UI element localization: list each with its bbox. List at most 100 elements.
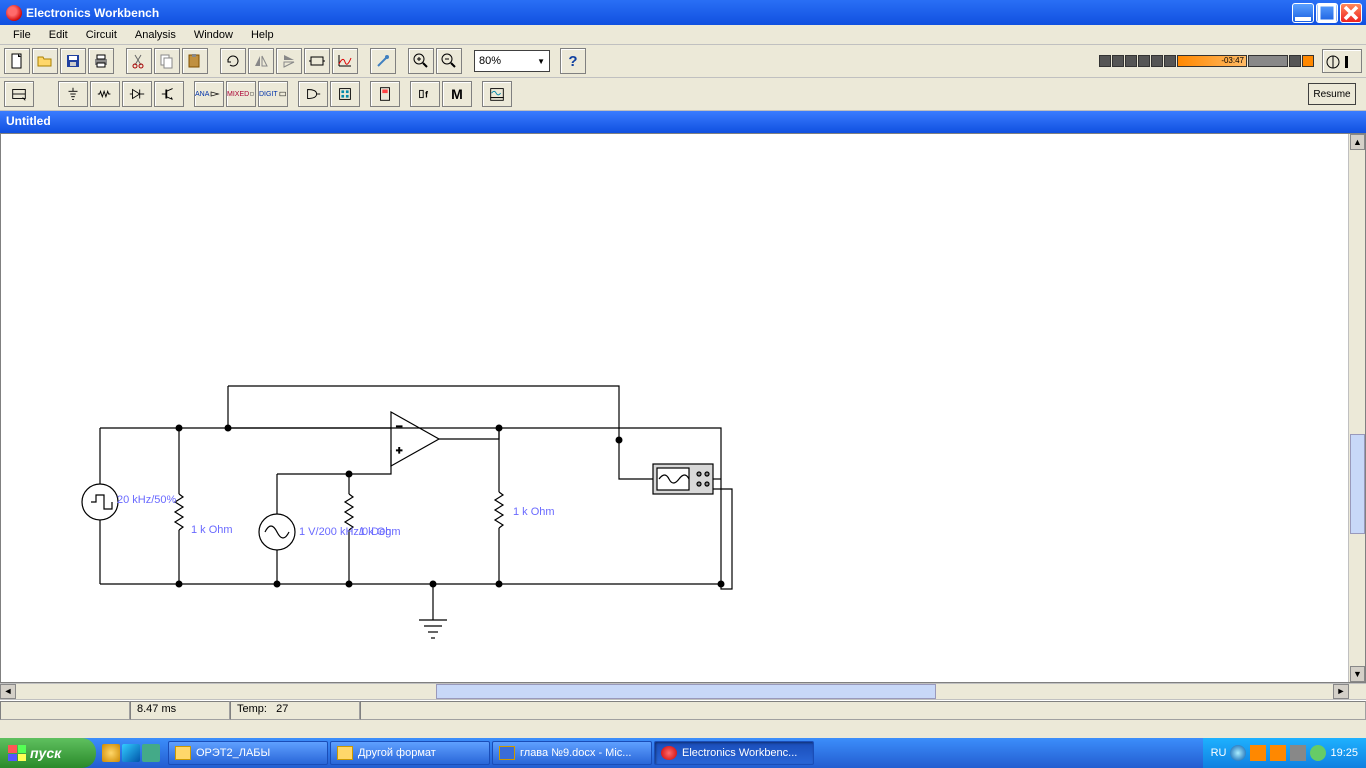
scroll-left-icon[interactable]: ◄ <box>0 684 16 699</box>
ql-icon-1[interactable] <box>102 744 120 762</box>
open-file-button[interactable] <box>32 48 58 74</box>
tray-icon-5[interactable] <box>1310 745 1326 761</box>
media-play-icon[interactable] <box>1099 55 1111 67</box>
resume-button[interactable]: Resume <box>1308 83 1356 105</box>
misc-button[interactable]: M <box>442 81 472 107</box>
ql-desktop-icon[interactable] <box>142 744 160 762</box>
windows-taskbar: пуск ОРЭТ2_ЛАБЫ Другой формат глава №9.d… <box>0 738 1366 768</box>
logic-gates-button[interactable] <box>298 81 328 107</box>
menu-help[interactable]: Help <box>242 27 283 43</box>
digital-ics-button[interactable]: DIGIT <box>258 81 288 107</box>
tray-icon-2[interactable] <box>1250 745 1266 761</box>
svg-text:+: + <box>396 445 402 457</box>
ql-ie-icon[interactable] <box>122 744 140 762</box>
taskbar-item-3-label: глава №9.docx - Mic... <box>520 747 631 759</box>
zoom-out-button[interactable] <box>436 48 462 74</box>
taskbar-item-2[interactable]: Другой формат <box>330 741 490 765</box>
window-close-button[interactable] <box>1340 3 1362 23</box>
window-titlebar: Electronics Workbench <box>0 0 1366 25</box>
menu-circuit[interactable]: Circuit <box>77 27 126 43</box>
sources-bin-button[interactable] <box>58 81 88 107</box>
status-cell-blank <box>0 701 130 720</box>
save-file-button[interactable] <box>60 48 86 74</box>
media-next-icon[interactable] <box>1151 55 1163 67</box>
app-icon <box>6 5 22 21</box>
tray-icon-3[interactable] <box>1270 745 1286 761</box>
flip-h-button[interactable] <box>248 48 274 74</box>
media-pause-icon[interactable] <box>1112 55 1124 67</box>
copy-button[interactable] <box>154 48 180 74</box>
media-eject-icon[interactable] <box>1164 55 1176 67</box>
source1-label: 20 kHz/50% <box>117 494 176 506</box>
taskbar-item-4[interactable]: Electronics Workbenc... <box>654 741 814 765</box>
system-tray: RU 19:25 <box>1203 738 1366 768</box>
horizontal-scrollbar[interactable]: ◄ ► <box>0 683 1366 700</box>
media-stop-icon[interactable] <box>1125 55 1137 67</box>
document-titlebar: Untitled <box>0 111 1366 133</box>
r2-label: 1 k Ohm <box>359 526 401 538</box>
analog-ics-button[interactable]: ANA <box>194 81 224 107</box>
media-progress[interactable]: -03:47 <box>1177 55 1247 67</box>
transistors-bin-button[interactable] <box>154 81 184 107</box>
media-prev-icon[interactable] <box>1138 55 1150 67</box>
tray-icon-4[interactable] <box>1290 745 1306 761</box>
basic-bin-button[interactable] <box>90 81 120 107</box>
app-title: Electronics Workbench <box>26 6 1292 20</box>
hscroll-thumb[interactable] <box>436 684 936 699</box>
scroll-down-icon[interactable]: ▼ <box>1350 666 1365 682</box>
digital-button[interactable] <box>330 81 360 107</box>
tray-icon-1[interactable] <box>1230 745 1246 761</box>
taskbar-item-3[interactable]: глава №9.docx - Mic... <box>492 741 652 765</box>
temp-value: 27 <box>276 703 288 715</box>
diodes-bin-button[interactable] <box>122 81 152 107</box>
new-file-button[interactable] <box>4 48 30 74</box>
simulation-switch[interactable] <box>1322 49 1362 73</box>
media-player-widget[interactable]: -03:47 <box>1099 55 1314 67</box>
folder-icon <box>337 746 353 760</box>
flip-v-button[interactable] <box>276 48 302 74</box>
menu-edit[interactable]: Edit <box>40 27 77 43</box>
window-minimize-button[interactable] <box>1292 3 1314 23</box>
controls-button[interactable]: f <box>410 81 440 107</box>
zoom-in-button[interactable] <box>408 48 434 74</box>
subcircuit-button[interactable] <box>304 48 330 74</box>
taskbar-clock[interactable]: 19:25 <box>1330 747 1358 759</box>
favorites-bin-button[interactable] <box>4 81 34 107</box>
print-button[interactable] <box>88 48 114 74</box>
status-temperature: Temp: 27 <box>230 701 360 720</box>
menu-window[interactable]: Window <box>185 27 242 43</box>
circuit-canvas[interactable]: − + <box>0 133 1366 683</box>
menu-file[interactable]: File <box>4 27 40 43</box>
media-volume-slider[interactable] <box>1248 55 1288 67</box>
mixed-ics-button[interactable]: MIXED <box>226 81 256 107</box>
taskbar-item-1[interactable]: ОРЭТ2_ЛАБЫ <box>168 741 328 765</box>
svg-text:f: f <box>425 90 429 100</box>
scroll-right-icon[interactable]: ► <box>1333 684 1349 699</box>
instruments-button[interactable] <box>482 81 512 107</box>
probe-button[interactable] <box>370 48 396 74</box>
zoom-select[interactable]: 80%▼ <box>474 50 550 72</box>
cut-button[interactable] <box>126 48 152 74</box>
indicators-button[interactable] <box>370 81 400 107</box>
taskbar-item-2-label: Другой формат <box>358 747 436 759</box>
status-sim-time: 8.47 ms <box>130 701 230 720</box>
r1-label: 1 k Ohm <box>191 524 233 536</box>
scroll-thumb[interactable] <box>1350 434 1365 534</box>
windows-logo-icon <box>8 745 26 761</box>
window-maximize-button[interactable] <box>1316 3 1338 23</box>
status-cell-rest <box>360 701 1366 720</box>
graph-button[interactable] <box>332 48 358 74</box>
help-button[interactable]: ? <box>560 48 586 74</box>
menu-bar: File Edit Circuit Analysis Window Help <box>0 25 1366 45</box>
scroll-up-icon[interactable]: ▲ <box>1350 134 1365 150</box>
vertical-scrollbar[interactable]: ▲ ▼ <box>1348 134 1365 682</box>
paste-button[interactable] <box>182 48 208 74</box>
start-button[interactable]: пуск <box>0 738 96 768</box>
media-mute-icon[interactable] <box>1289 55 1301 67</box>
rotate-button[interactable] <box>220 48 246 74</box>
media-close-button[interactable] <box>1302 55 1314 67</box>
menu-analysis[interactable]: Analysis <box>126 27 185 43</box>
chevron-down-icon: ▼ <box>537 57 545 66</box>
taskbar-item-4-label: Electronics Workbenc... <box>682 747 797 759</box>
language-indicator[interactable]: RU <box>1211 747 1227 759</box>
